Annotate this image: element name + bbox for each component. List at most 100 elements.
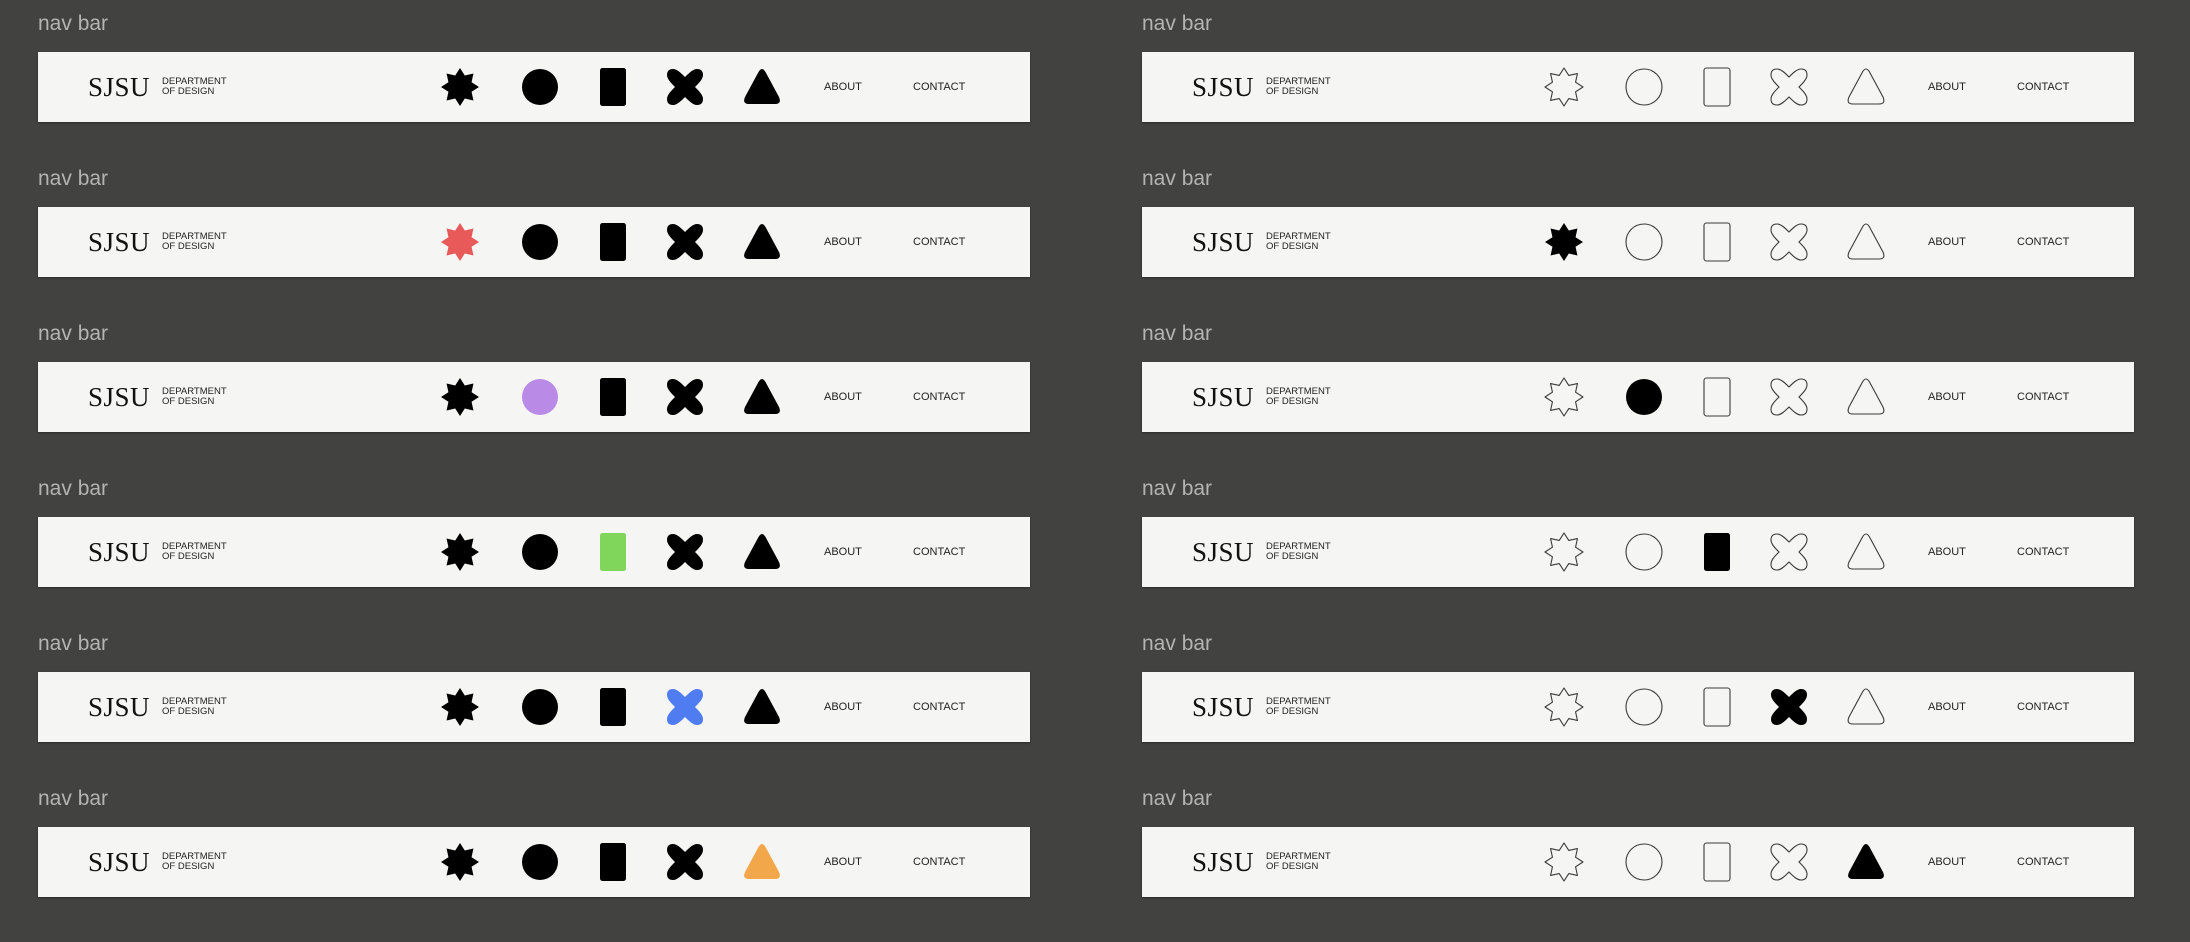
rectangle-icon[interactable] (593, 67, 633, 107)
cross-icon[interactable] (1769, 532, 1809, 572)
triangle-icon[interactable] (1846, 377, 1886, 417)
star-icon[interactable] (440, 377, 480, 417)
sjsu-logo[interactable]: SJSU DEPARTMENT OF DESIGN (88, 382, 227, 412)
department-label: DEPARTMENT OF DESIGN (162, 852, 227, 872)
star-icon[interactable] (1544, 842, 1584, 882)
contact-link[interactable]: CONTACT (2017, 391, 2069, 403)
rectangle-icon[interactable] (593, 532, 633, 572)
circle-icon[interactable] (1624, 67, 1664, 107)
circle-icon[interactable] (1624, 532, 1664, 572)
triangle-icon[interactable] (1846, 67, 1886, 107)
circle-icon[interactable] (520, 377, 560, 417)
circle-icon[interactable] (1624, 687, 1664, 727)
triangle-icon[interactable] (742, 532, 782, 572)
sjsu-logo[interactable]: SJSU DEPARTMENT OF DESIGN (1192, 692, 1331, 722)
sjsu-logo[interactable]: SJSU DEPARTMENT OF DESIGN (1192, 537, 1331, 567)
circle-icon[interactable] (520, 67, 560, 107)
contact-link[interactable]: CONTACT (913, 236, 965, 248)
nav-bar-frame: nav bar SJSU DEPARTMENT OF DESIGN ABOUT CONTA… (38, 0, 1030, 155)
circle-icon[interactable] (520, 532, 560, 572)
about-link[interactable]: ABOUT (1928, 81, 1966, 93)
sjsu-logo[interactable]: SJSU DEPARTMENT OF DESIGN (1192, 382, 1331, 412)
cross-icon[interactable] (665, 67, 705, 107)
about-link[interactable]: ABOUT (824, 236, 862, 248)
triangle-icon[interactable] (1846, 532, 1886, 572)
star-icon[interactable] (440, 222, 480, 262)
star-icon[interactable] (440, 532, 480, 572)
about-link[interactable]: ABOUT (1928, 236, 1966, 248)
cross-icon[interactable] (665, 377, 705, 417)
triangle-icon[interactable] (742, 842, 782, 882)
cross-icon[interactable] (1769, 377, 1809, 417)
sjsu-logo[interactable]: SJSU DEPARTMENT OF DESIGN (88, 227, 227, 257)
cross-icon[interactable] (1769, 687, 1809, 727)
cross-icon[interactable] (665, 687, 705, 727)
contact-link[interactable]: CONTACT (913, 701, 965, 713)
cross-icon[interactable] (665, 532, 705, 572)
circle-icon[interactable] (520, 222, 560, 262)
triangle-icon[interactable] (742, 67, 782, 107)
about-link[interactable]: ABOUT (824, 856, 862, 868)
star-icon[interactable] (1544, 222, 1584, 262)
sjsu-logo[interactable]: SJSU DEPARTMENT OF DESIGN (1192, 227, 1331, 257)
circle-icon[interactable] (1624, 842, 1664, 882)
star-icon[interactable] (440, 842, 480, 882)
sjsu-logo[interactable]: SJSU DEPARTMENT OF DESIGN (88, 537, 227, 567)
triangle-icon[interactable] (742, 377, 782, 417)
star-icon[interactable] (1544, 687, 1584, 727)
star-icon[interactable] (440, 687, 480, 727)
cross-icon[interactable] (1769, 222, 1809, 262)
circle-icon[interactable] (1624, 377, 1664, 417)
rectangle-icon[interactable] (1697, 687, 1737, 727)
sjsu-logo[interactable]: SJSU DEPARTMENT OF DESIGN (1192, 72, 1331, 102)
contact-link[interactable]: CONTACT (2017, 546, 2069, 558)
contact-link[interactable]: CONTACT (913, 856, 965, 868)
rectangle-icon[interactable] (1697, 222, 1737, 262)
rectangle-icon[interactable] (1697, 377, 1737, 417)
contact-link[interactable]: CONTACT (2017, 856, 2069, 868)
circle-icon[interactable] (1624, 222, 1664, 262)
rectangle-icon[interactable] (593, 842, 633, 882)
sjsu-logo[interactable]: SJSU DEPARTMENT OF DESIGN (88, 72, 227, 102)
about-link[interactable]: ABOUT (1928, 701, 1966, 713)
contact-link[interactable]: CONTACT (913, 546, 965, 558)
star-icon[interactable] (440, 67, 480, 107)
triangle-icon[interactable] (742, 687, 782, 727)
cross-icon[interactable] (665, 222, 705, 262)
cross-icon[interactable] (665, 842, 705, 882)
triangle-icon[interactable] (742, 222, 782, 262)
circle-icon[interactable] (520, 687, 560, 727)
star-icon[interactable] (1544, 532, 1584, 572)
about-link[interactable]: ABOUT (824, 81, 862, 93)
cross-icon[interactable] (1769, 842, 1809, 882)
triangle-icon[interactable] (1846, 842, 1886, 882)
sjsu-logo[interactable]: SJSU DEPARTMENT OF DESIGN (88, 847, 227, 877)
star-icon[interactable] (1544, 377, 1584, 417)
sjsu-logo[interactable]: SJSU DEPARTMENT OF DESIGN (1192, 847, 1331, 877)
rectangle-icon[interactable] (593, 687, 633, 727)
triangle-icon[interactable] (1846, 687, 1886, 727)
contact-link[interactable]: CONTACT (913, 391, 965, 403)
about-link[interactable]: ABOUT (824, 701, 862, 713)
about-link[interactable]: ABOUT (824, 546, 862, 558)
rectangle-icon[interactable] (593, 222, 633, 262)
about-link[interactable]: ABOUT (1928, 391, 1966, 403)
rectangle-icon[interactable] (593, 377, 633, 417)
about-link[interactable]: ABOUT (1928, 856, 1966, 868)
contact-link[interactable]: CONTACT (2017, 701, 2069, 713)
triangle-icon[interactable] (1846, 222, 1886, 262)
contact-link[interactable]: CONTACT (913, 81, 965, 93)
star-icon[interactable] (1544, 67, 1584, 107)
about-link[interactable]: ABOUT (824, 391, 862, 403)
rectangle-icon[interactable] (1697, 532, 1737, 572)
sjsu-logo[interactable]: SJSU DEPARTMENT OF DESIGN (88, 692, 227, 722)
circle-icon[interactable] (520, 842, 560, 882)
about-link[interactable]: ABOUT (1928, 546, 1966, 558)
cross-icon[interactable] (1769, 67, 1809, 107)
rectangle-icon[interactable] (1697, 842, 1737, 882)
rectangle-icon[interactable] (1697, 67, 1737, 107)
contact-link[interactable]: CONTACT (2017, 236, 2069, 248)
contact-link[interactable]: CONTACT (2017, 81, 2069, 93)
logo-wordmark: SJSU (88, 72, 151, 102)
nav-bar-frame: nav bar SJSU DEPARTMENT OF DESIGN ABOUT CONTA… (1142, 775, 2134, 930)
